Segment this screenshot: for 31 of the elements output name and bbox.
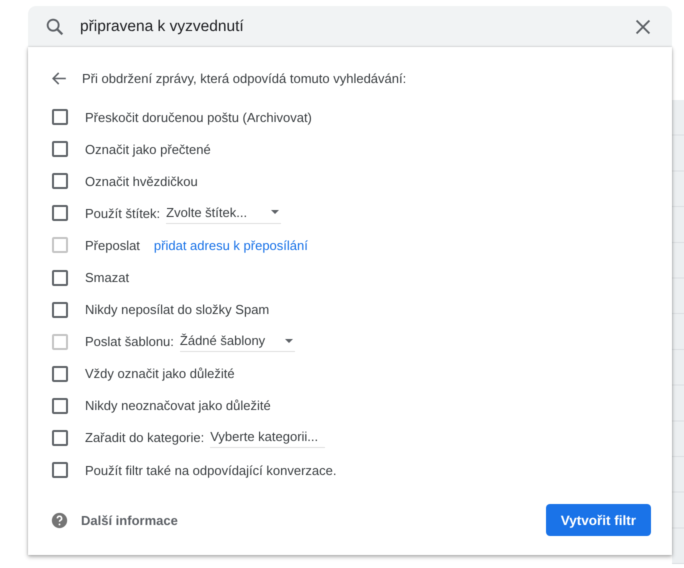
checkbox[interactable]	[52, 173, 68, 190]
option-label: Poslat šablonu:	[85, 334, 174, 350]
option-label: Označit hvězdičkou	[85, 174, 198, 189]
option-label: Vždy označit jako důležité	[85, 366, 235, 382]
option-label: Smazat	[85, 270, 130, 286]
option-label: Nikdy neoznačovat jako důležité	[85, 398, 271, 414]
checkbox[interactable]	[52, 462, 68, 478]
search-field[interactable]: připravena k vyzvednutí	[28, 6, 672, 47]
option-label: Nikdy neposílat do složky Spam	[85, 302, 270, 318]
option-label: Přeposlat	[85, 238, 140, 253]
checkbox[interactable]	[52, 366, 68, 382]
help-icon[interactable]	[51, 512, 68, 529]
help-link[interactable]: Další informace	[81, 512, 178, 528]
dropdown[interactable]: Zvolte štítek...	[166, 202, 282, 224]
checkbox[interactable]	[52, 398, 68, 414]
filter-heading: Při obdržení zprávy, která odpovídá tomuto vyhledávání:	[82, 70, 406, 86]
option-label: Označit jako přečtené	[85, 142, 211, 157]
option-label: Použít filtr také na odpovídající konverzace.	[85, 462, 336, 478]
dropdown[interactable]: Vyberte kategorii...	[210, 427, 326, 448]
caret-icon	[284, 338, 293, 343]
checkbox[interactable]	[52, 109, 68, 126]
checkbox[interactable]	[52, 205, 68, 222]
checkbox[interactable]	[52, 141, 68, 158]
option-label: Použít štítek:	[85, 206, 160, 221]
option-label: Přeskočit doručenou poštu (Archivovat)	[85, 110, 312, 125]
option-label: Zařadit do kategorie:	[85, 430, 204, 446]
checkbox[interactable]	[52, 302, 68, 318]
checkbox[interactable]	[52, 430, 68, 446]
create-filter-button[interactable]: Vytvořit filtr	[546, 504, 651, 536]
caret-icon	[271, 210, 280, 214]
checkbox[interactable]	[52, 270, 68, 286]
